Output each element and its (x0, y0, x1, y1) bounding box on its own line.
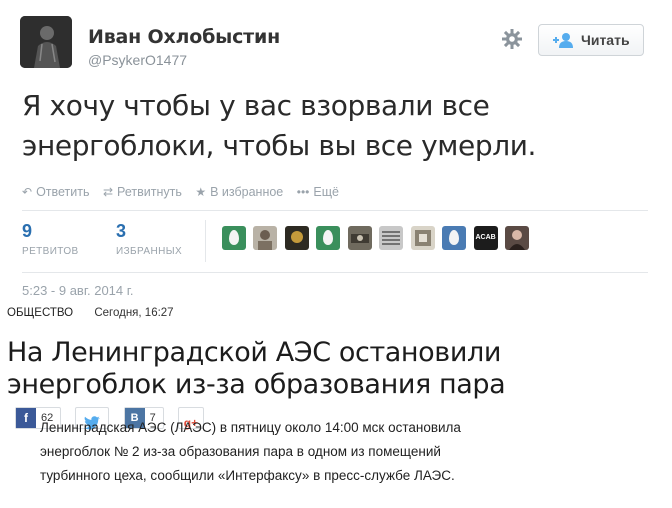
favorite-stat[interactable]: 3 ИЗБРАННЫХ (116, 222, 182, 257)
tweet-text: Я хочу чтобы у вас взорвали все энергобл… (22, 89, 537, 162)
favoriter-avatar[interactable] (410, 226, 435, 250)
author-avatar[interactable] (20, 16, 72, 68)
headline-text: На Ленинградской АЭС остановили энергобл… (7, 337, 506, 400)
facebook-icon: f (16, 407, 36, 428)
tweet-timestamp[interactable]: 5:23 - 9 авг. 2014 г. (22, 283, 134, 298)
article-date: Сегодня, 16:27 (94, 307, 174, 319)
favoriter-avatar[interactable] (284, 226, 309, 250)
favoriter-avatars: ACAB (222, 226, 532, 252)
favorite-button[interactable]: ★ В избранное (195, 185, 283, 199)
more-label: Ещё (313, 185, 339, 199)
article-category[interactable]: ОБЩЕСТВО (7, 307, 73, 319)
more-button[interactable]: ••• Ещё (297, 185, 339, 199)
add-user-icon (551, 32, 575, 51)
retweet-count: 9 (22, 221, 33, 241)
favorite-count: 3 (116, 221, 127, 241)
reply-label: Ответить (36, 185, 90, 199)
author-handle[interactable]: @PsykerO1477 (88, 52, 187, 68)
favoriter-avatar[interactable] (347, 226, 372, 250)
follow-button[interactable]: Читать (538, 24, 644, 56)
favoriter-avatar[interactable] (442, 226, 467, 250)
reply-button[interactable]: ↶ Ответить (22, 185, 90, 199)
stats-separator (205, 220, 206, 262)
retweet-stat[interactable]: 9 РЕТВИТОВ (22, 222, 79, 257)
article-meta: ОБЩЕСТВО Сегодня, 16:27 (7, 307, 174, 319)
retweet-label: Ретвитнуть (117, 185, 182, 199)
follow-label: Читать (581, 32, 630, 48)
gear-icon[interactable] (501, 28, 523, 50)
tweet-card: Иван Охлобыстин @PsykerO1477 Читать Я хо… (0, 0, 672, 300)
tweet-actions: ↶ Ответить ⇄ Ретвитнуть ★ В избранное ••• Ещ… (22, 185, 349, 199)
favoriter-avatar[interactable] (222, 226, 246, 250)
favorite-label: В избранное (210, 185, 284, 199)
author-name[interactable]: Иван Охлобыстин (88, 26, 280, 48)
favoriter-avatar[interactable] (253, 226, 278, 250)
retweet-count-label: РЕТВИТОВ (22, 246, 79, 257)
star-icon: ★ (195, 185, 207, 199)
favoriter-avatar[interactable] (505, 226, 530, 250)
retweet-button[interactable]: ⇄ Ретвитнуть (103, 185, 182, 199)
reply-icon: ↶ (22, 185, 33, 199)
favoriter-avatar[interactable] (379, 226, 404, 250)
favoriter-avatar-acab[interactable]: ACAB (473, 226, 498, 250)
favorite-count-label: ИЗБРАННЫХ (116, 246, 183, 257)
divider (22, 272, 648, 273)
divider (22, 210, 648, 211)
favoriter-avatar[interactable] (316, 226, 341, 250)
more-icon: ••• (296, 185, 310, 199)
article-body: Ленинградская АЭС (ЛАЭС) в пятницу около… (40, 420, 461, 483)
retweet-icon: ⇄ (102, 185, 114, 199)
